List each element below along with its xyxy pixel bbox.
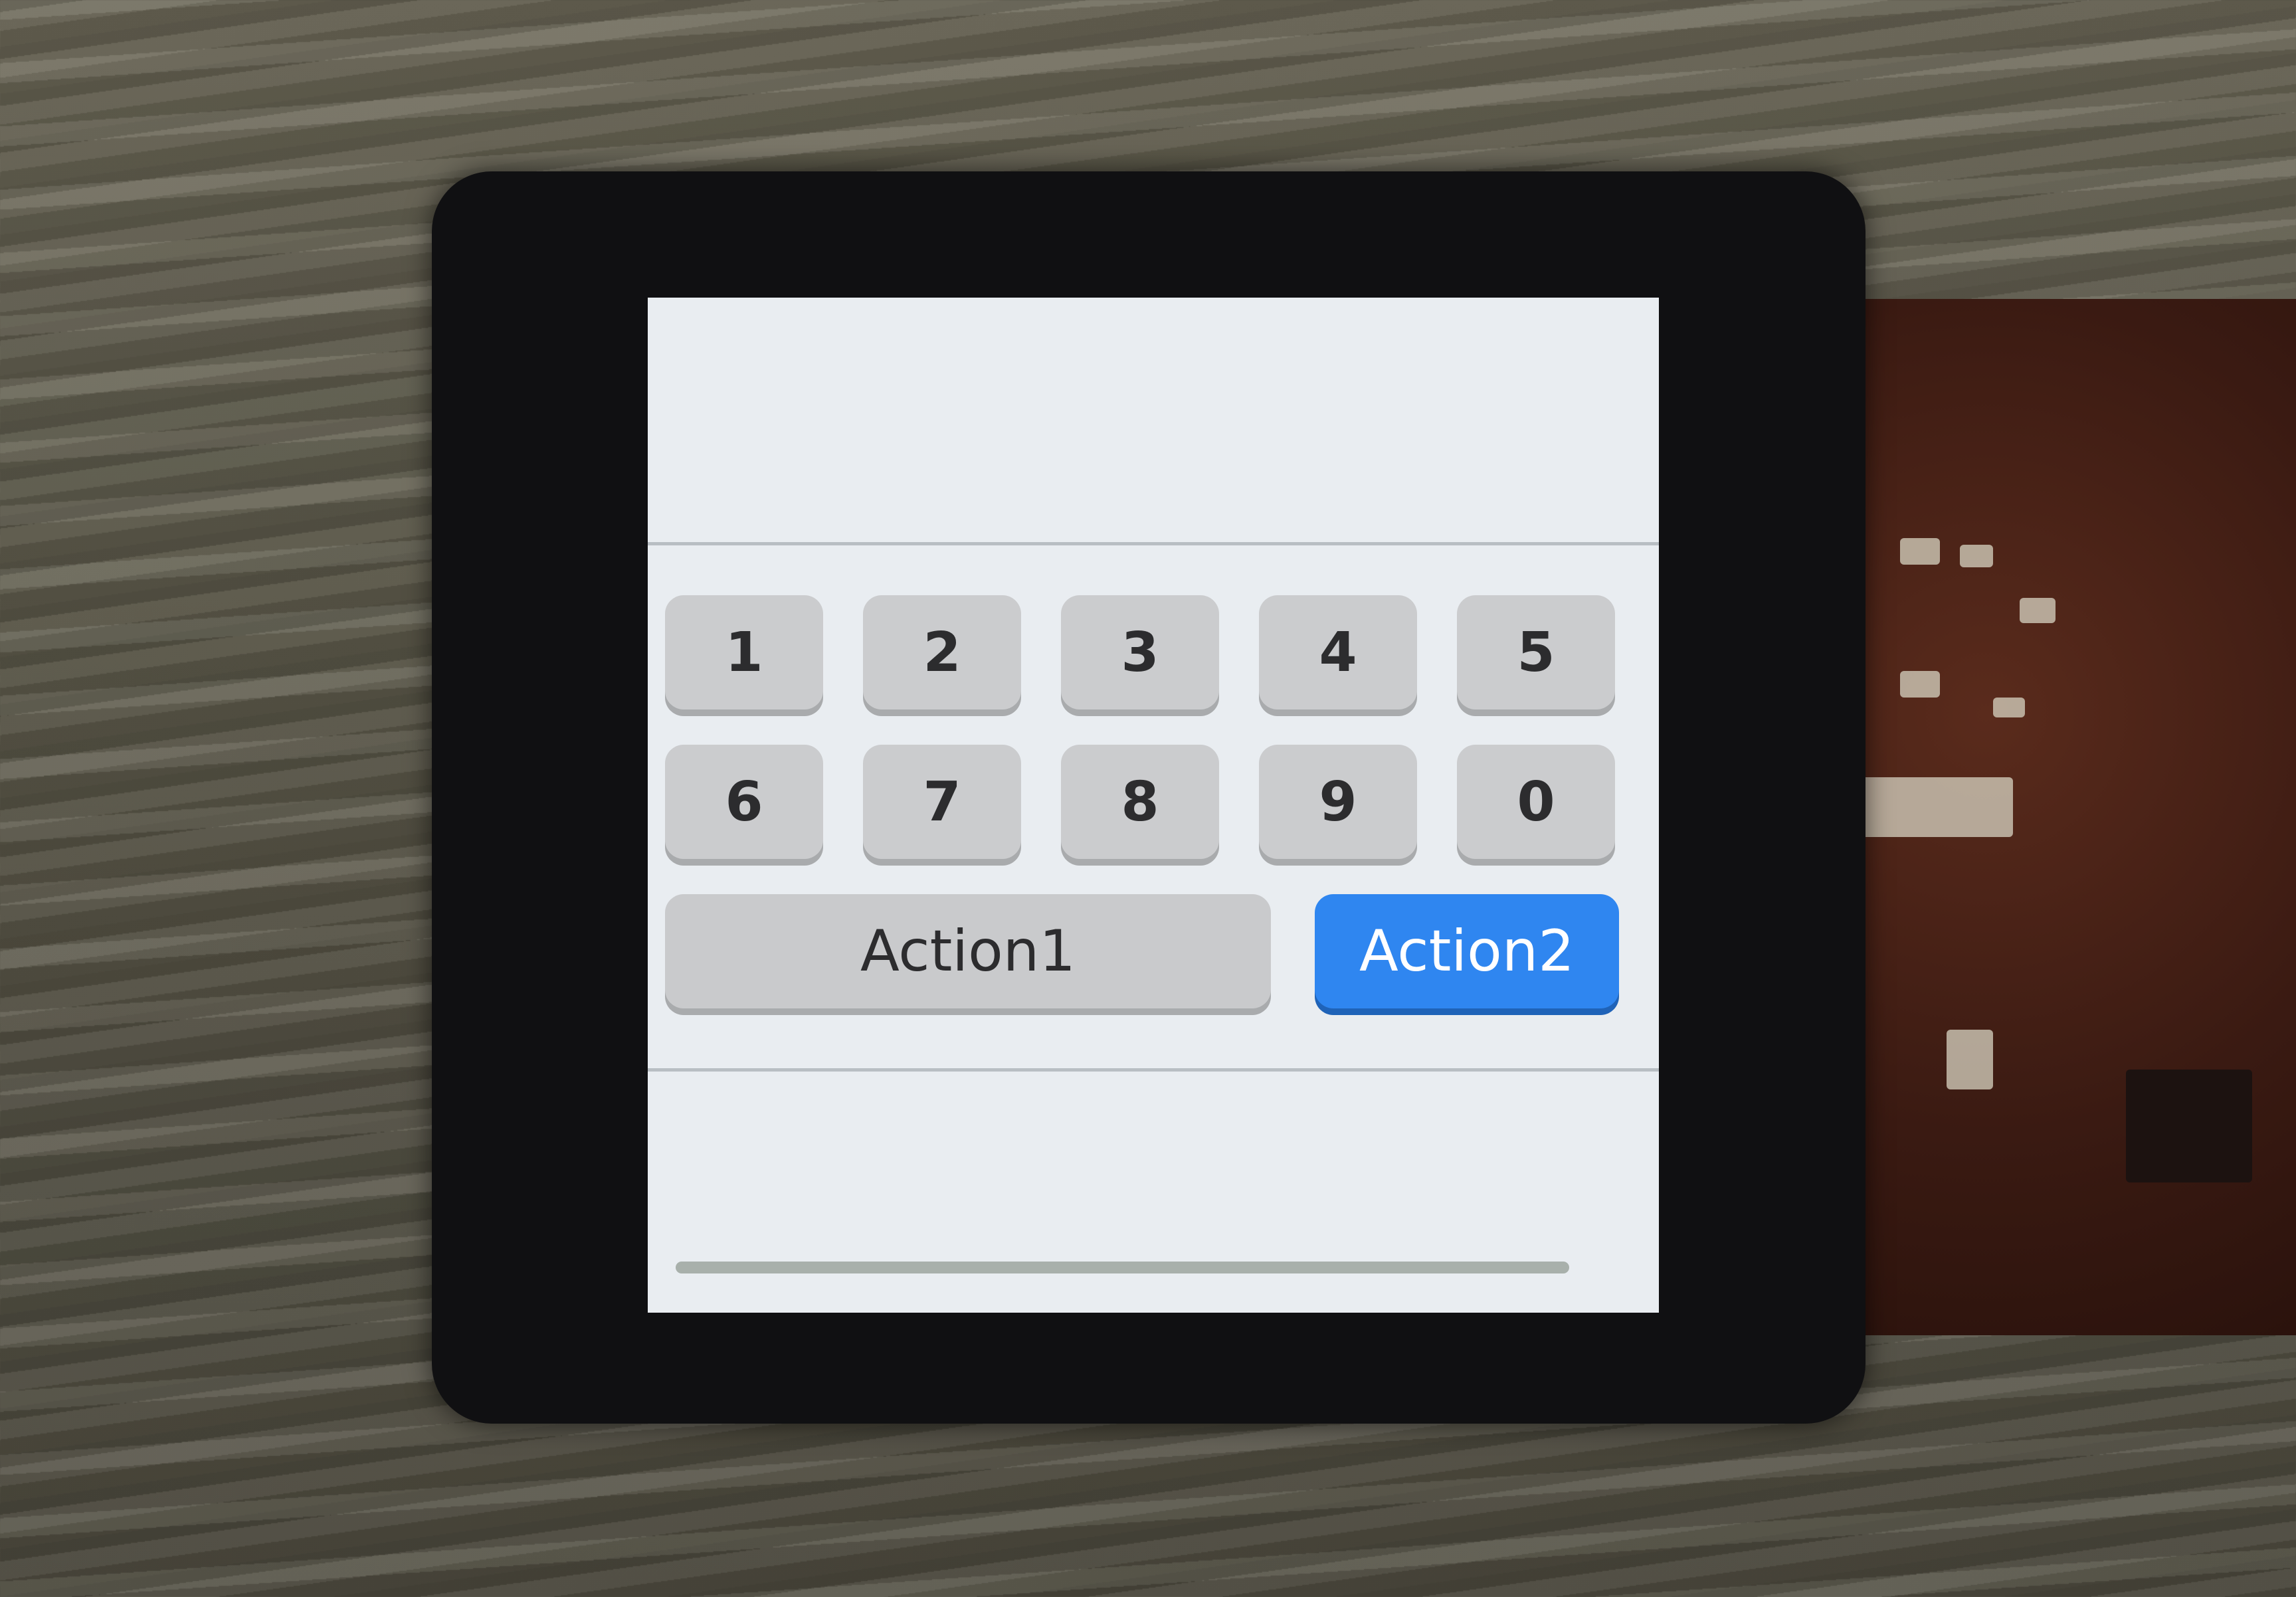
scrollbar[interactable] [676,1262,1569,1273]
circuit-board [1847,299,2296,1335]
action1-button[interactable]: Action1 [665,894,1271,1008]
lcd-screen: 1 2 3 4 5 6 7 8 9 0 Action1 Action2 [648,298,1659,1313]
key-7[interactable]: 7 [863,745,1021,859]
smd-component [1900,538,1940,565]
chip [2126,1070,2252,1182]
key-3[interactable]: 3 [1061,595,1219,709]
smd-component [1947,1030,1993,1089]
top-panel [648,298,1659,545]
smd-component [1993,698,2025,717]
key-8[interactable]: 8 [1061,745,1219,859]
key-4[interactable]: 4 [1259,595,1417,709]
smd-component [1900,671,1940,698]
key-0[interactable]: 0 [1457,745,1615,859]
key-2[interactable]: 2 [863,595,1021,709]
action2-button[interactable]: Action2 [1315,894,1619,1008]
key-5[interactable]: 5 [1457,595,1615,709]
smd-component [1960,545,1993,567]
key-6[interactable]: 6 [665,745,823,859]
key-1[interactable]: 1 [665,595,823,709]
bottom-panel [648,1068,1659,1313]
connector [1860,777,2013,837]
smd-component [2020,598,2056,623]
key-9[interactable]: 9 [1259,745,1417,859]
